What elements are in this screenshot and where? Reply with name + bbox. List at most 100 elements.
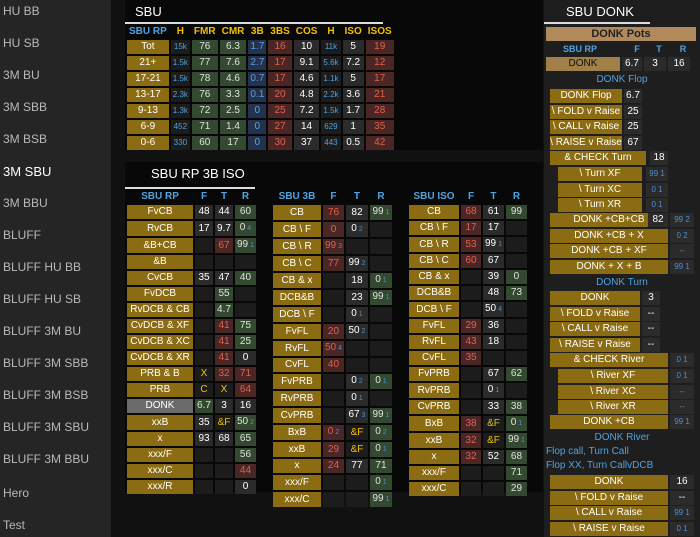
table-cell: 75: [235, 319, 256, 333]
nav-item-3m-bbu[interactable]: 3M BBU: [3, 196, 48, 210]
table-cell: RvFL: [409, 335, 459, 349]
nav-item-3m-bsb[interactable]: 3M BSB: [3, 132, 47, 146]
column-header: CMR: [221, 26, 245, 37]
table-row: FvDCB 55: [127, 287, 256, 301]
table-cell: CB \ C: [409, 254, 459, 268]
column-header: ISOS: [367, 26, 392, 37]
table-row: xxB 35 &F 50 2: [127, 415, 256, 430]
table-cell: 41: [215, 319, 233, 333]
table-cell: CB & x: [409, 270, 459, 284]
table-cell: [323, 374, 344, 389]
table-cell: 0 2: [323, 425, 344, 440]
table-cell: 76: [191, 88, 218, 102]
donk-river-label: DONK: [550, 475, 668, 489]
table-row: CB \ R 53 99 1: [409, 237, 527, 252]
table-cell: CvPRB: [273, 408, 321, 423]
donk-river-label: \ RAISE v Raise: [550, 521, 668, 536]
table-cell: 44: [215, 205, 233, 219]
table-row: CB \ C 77 99 2: [273, 256, 392, 271]
table-cell: CvPRB: [409, 400, 459, 414]
table-cell: 99 3: [323, 239, 344, 254]
table-cell: &F: [483, 416, 504, 431]
table-row: CB \ F 17 17: [409, 221, 527, 235]
table-cell: 48: [195, 205, 213, 219]
donk-river-title: DONK River: [594, 432, 650, 443]
table-cell: 18: [345, 273, 368, 288]
table-row: xxB 32 &F 99 1: [409, 433, 527, 448]
donk-cb-value: --: [670, 244, 694, 258]
donk-pots-bar: DONK Pots: [546, 27, 696, 41]
nav-item-3m-sbu[interactable]: 3M SBU: [3, 164, 51, 179]
nav-item-bluff-3m-bbu[interactable]: BLUFF 3M BBU: [3, 452, 89, 466]
nav-item-hu-sb[interactable]: HU SB: [3, 36, 40, 50]
table-cell: 17: [268, 72, 292, 86]
donk-river-label: \ CALL v Raise: [550, 506, 668, 520]
table-cell: [195, 480, 213, 494]
table-row: CvFL 35: [409, 351, 527, 365]
table-cell: [345, 492, 368, 507]
table-cell: 0 1: [505, 416, 527, 431]
nav-item-bluff-3m-sbb[interactable]: BLUFF 3M SBB: [3, 356, 88, 370]
table-cell: 0 1: [369, 475, 392, 490]
table-cell: 0 1: [483, 383, 504, 398]
donk-flop-label: DONK Flop: [550, 89, 622, 103]
table-row: CvFL 40: [273, 358, 392, 372]
table-cell: 41: [215, 351, 233, 365]
table-cell: FvFL: [409, 319, 459, 333]
table-cell: &B: [127, 255, 193, 269]
table-cell: 56: [235, 448, 256, 462]
table-row: xxx/C 44: [127, 464, 256, 478]
nav-item-bluff[interactable]: BLUFF: [3, 228, 41, 242]
nav-item-bluff-3m-bu[interactable]: BLUFF 3M BU: [3, 324, 81, 338]
nav-item-bluff-hu-sb[interactable]: BLUFF HU SB: [3, 292, 81, 306]
table-cell: 40: [323, 358, 344, 372]
table-cell: [215, 480, 233, 494]
table-cell: 20: [268, 88, 292, 102]
river-x-value: --: [670, 384, 694, 399]
table-cell: 71: [369, 459, 392, 473]
table-cell: [323, 290, 344, 305]
table-cell: 38: [505, 400, 527, 414]
nav-item-3m-sbb[interactable]: 3M SBB: [3, 100, 47, 114]
table-cell: 0: [235, 351, 256, 365]
table-cell: xxx/F: [127, 448, 193, 462]
nav-item-3m-bu[interactable]: 3M BU: [3, 68, 40, 82]
table-cell: [195, 351, 213, 365]
sbu-title: SBU: [135, 4, 162, 19]
table-cell: 330: [170, 136, 190, 150]
table-cell: 62: [505, 367, 527, 381]
nav-item-bluff-3m-sbu[interactable]: BLUFF 3M SBU: [3, 420, 89, 434]
table-row: Tot 15k 76 6.3 1.7 16 10 11k 5 19: [127, 40, 394, 54]
column-header: H: [327, 26, 335, 37]
table-cell: CvFL: [409, 351, 459, 365]
nav-item-bluff-3m-bsb[interactable]: BLUFF 3M BSB: [3, 388, 88, 402]
table-cell: X: [195, 367, 213, 381]
nav-item-bluff-hu-bb[interactable]: BLUFF HU BB: [3, 260, 81, 274]
river-x-value: --: [670, 400, 694, 414]
donk-note: Flop call, Turn Call: [546, 446, 629, 457]
table-row: CB & x 18 0 1: [273, 273, 392, 288]
table-row: RvFL 50 4: [273, 341, 392, 356]
table-cell: [215, 448, 233, 462]
table-cell: 4.8: [293, 88, 320, 102]
donk-flop-value: 25: [624, 120, 642, 134]
table-cell: 32: [461, 433, 481, 448]
table-cell: 1.3k: [170, 104, 190, 118]
table-cell: 19: [365, 40, 394, 54]
table-cell: [505, 335, 527, 349]
nav-item-hu-bb[interactable]: HU BB: [3, 4, 40, 18]
donk-cb-label: DONK + X + B: [550, 259, 668, 274]
table-row: BxB 0 2 &F 0 2: [273, 425, 392, 440]
table-cell: 17-21: [127, 72, 169, 86]
nav-item-test[interactable]: Test: [3, 518, 25, 532]
table-cell: [235, 287, 256, 301]
table-cell: 17: [195, 221, 213, 236]
table-cell: [195, 303, 213, 317]
table-cell: DCB&B: [409, 286, 459, 300]
table-cell: CvCB: [127, 271, 193, 285]
donk-turn-label: \ RAISE v Raise: [550, 337, 640, 352]
sbu-rp-table: SBU RP F T R FvCB 48 44 60 RvCB 17 9.7 0 4 &B+CB 67 99…: [125, 189, 258, 496]
table-cell: 4.6: [293, 72, 320, 86]
table-cell: xxx/F: [273, 475, 321, 490]
nav-item-hero[interactable]: Hero: [3, 486, 29, 500]
